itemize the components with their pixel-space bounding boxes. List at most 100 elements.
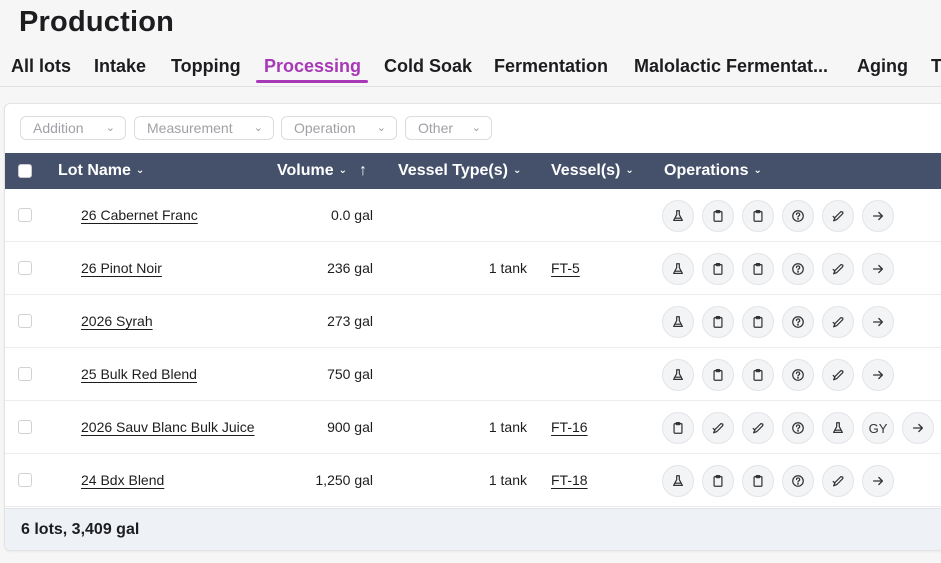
column-vessels[interactable]: Vessel(s) ⌄: [551, 162, 634, 180]
lot-name-link[interactable]: 26 Cabernet Franc: [81, 207, 198, 223]
chevron-down-icon: ⌄: [253, 122, 263, 134]
lot-name-link[interactable]: 26 Pinot Noir: [81, 260, 162, 276]
op-clipboard-button[interactable]: [702, 465, 734, 497]
op-arrow-button[interactable]: [862, 359, 894, 391]
chevron-down-icon: ⌄: [338, 165, 347, 176]
clipboard-icon: [751, 474, 765, 488]
op-clipboard-button[interactable]: [702, 200, 734, 232]
op-clipboard-button[interactable]: [662, 412, 694, 444]
pipette-icon: [831, 315, 845, 329]
pipette-icon: [831, 474, 845, 488]
tab-overflow[interactable]: T: [931, 56, 941, 77]
op-pipette-button[interactable]: [822, 306, 854, 338]
flask-icon: [671, 315, 685, 329]
op-flask-button[interactable]: [662, 200, 694, 232]
row-checkbox[interactable]: [18, 314, 32, 328]
op-clipboard-button[interactable]: [742, 200, 774, 232]
lot-name-link[interactable]: 2026 Syrah: [81, 313, 153, 329]
op-help-button[interactable]: [782, 306, 814, 338]
pipette-icon: [831, 368, 845, 382]
op-help-button[interactable]: [782, 465, 814, 497]
row-checkbox[interactable]: [18, 261, 32, 275]
lot-name-link[interactable]: 2026 Sauv Blanc Bulk Juice: [81, 419, 255, 435]
lot-name-link[interactable]: 25 Bulk Red Blend: [81, 366, 197, 382]
row-checkbox[interactable]: [18, 473, 32, 487]
op-flask-button[interactable]: [822, 412, 854, 444]
chevron-down-icon: ⌄: [135, 165, 145, 176]
row-checkbox[interactable]: [18, 367, 32, 381]
vessel-link[interactable]: FT-18: [551, 472, 588, 488]
table-row: 25 Bulk Red Blend 750 gal: [5, 348, 941, 401]
vessel-link[interactable]: FT-5: [551, 260, 580, 276]
op-clipboard-button[interactable]: [742, 306, 774, 338]
filter-operation[interactable]: Operation ⌄: [281, 116, 397, 140]
op-clipboard-button[interactable]: [742, 359, 774, 391]
arrow-right-icon: [871, 474, 885, 488]
column-lot-name[interactable]: Lot Name ⌄: [58, 162, 144, 180]
clipboard-icon: [711, 209, 725, 223]
op-pipette-button[interactable]: [822, 253, 854, 285]
op-text-button[interactable]: GY: [862, 412, 894, 444]
op-pipette-button[interactable]: [822, 465, 854, 497]
clipboard-icon: [671, 421, 685, 435]
row-checkbox[interactable]: [18, 420, 32, 434]
vessel-type: 1 tank: [488, 472, 527, 488]
op-clipboard-button[interactable]: [702, 306, 734, 338]
table-header: Lot Name ⌄ Volume ⌄ ↑ Vessel Type(s) ⌄ Vess…: [5, 153, 941, 189]
op-help-button[interactable]: [782, 359, 814, 391]
vessel-type: 1 tank: [488, 260, 527, 276]
table-row: 2026 Sauv Blanc Bulk Juice 900 gal 1 tank F…: [5, 401, 941, 454]
page-title: Production: [19, 6, 175, 38]
tab-cold-soak[interactable]: Cold Soak: [384, 56, 472, 77]
op-arrow-button[interactable]: [862, 200, 894, 232]
filter-measurement[interactable]: Measurement ⌄: [134, 116, 274, 140]
vessel-type: 1 tank: [488, 419, 527, 435]
op-arrow-button[interactable]: [902, 412, 934, 444]
flask-icon: [671, 474, 685, 488]
help-icon: [791, 262, 805, 276]
filter-other[interactable]: Other ⌄: [405, 116, 492, 140]
tab-topping[interactable]: Topping: [171, 56, 241, 77]
column-operations-label: Operations: [664, 162, 749, 179]
tab-all-lots[interactable]: All lots: [11, 56, 71, 77]
op-flask-button[interactable]: [662, 465, 694, 497]
tab-malolactic-fermentation[interactable]: Malolactic Fermentat...: [634, 56, 828, 77]
op-pipette-button[interactable]: [822, 359, 854, 391]
op-flask-button[interactable]: [662, 253, 694, 285]
column-vessel-types[interactable]: Vessel Type(s) ⌄: [398, 162, 521, 180]
lot-name-link[interactable]: 24 Bdx Blend: [81, 472, 164, 488]
clipboard-icon: [751, 368, 765, 382]
op-arrow-button[interactable]: [862, 465, 894, 497]
row-checkbox[interactable]: [18, 208, 32, 222]
op-help-button[interactable]: [782, 412, 814, 444]
sort-ascending-icon[interactable]: ↑: [359, 162, 367, 180]
lot-volume: 750 gal: [327, 366, 373, 382]
filter-addition[interactable]: Addition ⌄: [20, 116, 126, 140]
tab-fermentation[interactable]: Fermentation: [494, 56, 608, 77]
op-help-button[interactable]: [782, 200, 814, 232]
select-all-checkbox[interactable]: [18, 164, 32, 178]
table-row: 26 Pinot Noir 236 gal 1 tank FT-5: [5, 242, 941, 295]
tab-intake[interactable]: Intake: [94, 56, 146, 77]
op-clipboard-button[interactable]: [742, 253, 774, 285]
tab-processing[interactable]: Processing: [264, 56, 361, 77]
tab-aging[interactable]: Aging: [857, 56, 908, 77]
op-clipboard-button[interactable]: [702, 359, 734, 391]
op-pipette-button[interactable]: [742, 412, 774, 444]
op-help-button[interactable]: [782, 253, 814, 285]
op-clipboard-button[interactable]: [742, 465, 774, 497]
op-flask-button[interactable]: [662, 359, 694, 391]
column-volume[interactable]: Volume ⌄: [277, 162, 347, 180]
vessel-link[interactable]: FT-16: [551, 419, 588, 435]
filter-measurement-label: Measurement: [147, 120, 233, 136]
op-flask-button[interactable]: [662, 306, 694, 338]
column-operations[interactable]: Operations ⌄: [664, 162, 762, 180]
op-arrow-button[interactable]: [862, 253, 894, 285]
op-arrow-button[interactable]: [862, 306, 894, 338]
op-pipette-button[interactable]: [702, 412, 734, 444]
table-row: 24 Bdx Blend 1,250 gal 1 tank FT-18: [5, 454, 941, 507]
clipboard-icon: [711, 474, 725, 488]
op-clipboard-button[interactable]: [702, 253, 734, 285]
op-pipette-button[interactable]: [822, 200, 854, 232]
column-lot-name-label: Lot Name: [58, 162, 131, 179]
